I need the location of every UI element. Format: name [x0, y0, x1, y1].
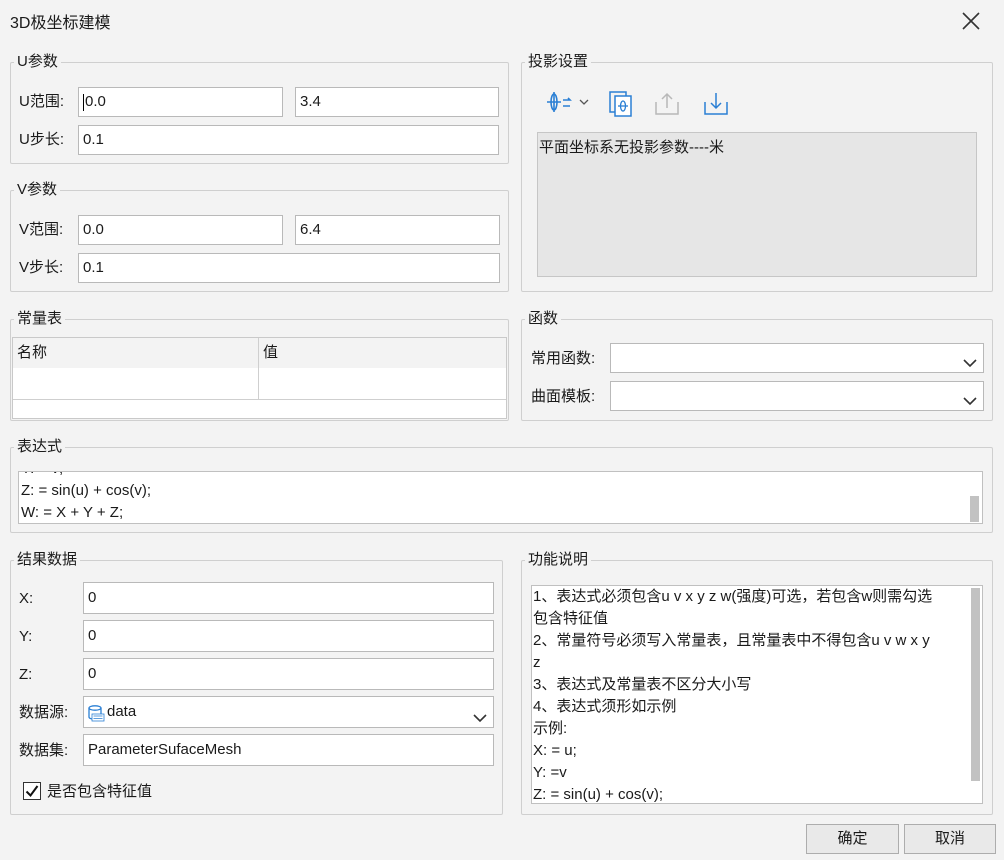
v-range-from-input[interactable]: 0.0	[78, 215, 283, 245]
expression-editor[interactable]: Y: = v; Z: = sin(u) + cos(v); W: = X + Y…	[18, 471, 983, 524]
text-caret	[83, 93, 84, 111]
chevron-down-icon	[963, 352, 977, 368]
dataset-input[interactable]: ParameterSufaceMesh	[83, 734, 494, 766]
u-params-legend: U参数	[14, 53, 61, 71]
dataset-label: 数据集:	[19, 742, 69, 759]
help-line: 3、表达式及常量表不区分大小写	[533, 676, 752, 693]
scrollbar-thumb[interactable]	[970, 496, 979, 522]
surface-template-label: 曲面模板:	[531, 388, 596, 405]
coordinate-system-icon[interactable]	[545, 88, 593, 118]
scrollbar-thumb[interactable]	[971, 588, 980, 781]
functions-legend: 函数	[525, 310, 562, 328]
v-params-legend: V参数	[14, 181, 61, 199]
u-range-label: U范围:	[19, 93, 65, 110]
expression-line: Y: = v;	[21, 472, 966, 480]
table-row[interactable]	[13, 368, 506, 400]
u-step-label: U步长:	[19, 131, 65, 148]
cancel-button[interactable]: 取消	[904, 824, 996, 854]
expression-scrollbar[interactable]	[966, 472, 982, 523]
z-label: Z:	[19, 666, 33, 683]
table-cell-name[interactable]	[13, 368, 259, 399]
v-range-to-input[interactable]: 6.4	[295, 215, 500, 245]
u-step-input[interactable]: 0.1	[78, 125, 499, 155]
y-label: Y:	[19, 628, 33, 645]
export-icon	[652, 88, 682, 118]
common-functions-select[interactable]	[610, 343, 984, 373]
help-line: z	[533, 654, 541, 671]
x-input[interactable]: 0	[83, 582, 494, 614]
ok-button[interactable]: 确定	[806, 824, 899, 854]
help-line: 1、表达式必须包含u v x y z w(强度)可选，若包含w则需勾选	[533, 588, 933, 605]
y-input[interactable]: 0	[83, 620, 494, 652]
datasource-label: 数据源:	[19, 704, 69, 721]
column-header-value[interactable]: 值	[259, 338, 506, 368]
z-input[interactable]: 0	[83, 658, 494, 690]
chevron-down-icon	[963, 390, 977, 406]
window-title: 3D极坐标建模	[10, 15, 111, 32]
v-step-input[interactable]: 0.1	[78, 253, 500, 283]
constants-table[interactable]: 名称 值	[12, 337, 507, 419]
common-functions-label: 常用函数:	[531, 350, 596, 367]
feature-checkbox[interactable]	[23, 782, 41, 800]
download-icon[interactable]	[701, 88, 731, 118]
close-icon[interactable]	[958, 8, 984, 34]
help-line: 包含特征值	[533, 610, 609, 627]
u-range-from-input[interactable]: 0.0	[78, 87, 283, 117]
expression-line: Z: = sin(u) + cos(v);	[21, 482, 152, 499]
help-line: X: = u;	[533, 742, 577, 759]
projection-info-text: 平面坐标系无投影参数----米	[539, 139, 724, 156]
projection-info-box: 平面坐标系无投影参数----米	[537, 132, 977, 277]
help-text-box[interactable]: 1、表达式必须包含u v x y z w(强度)可选，若包含w则需勾选 包含特征…	[531, 585, 983, 804]
surface-template-select[interactable]	[610, 381, 984, 411]
expression-line: W: = X + Y + Z;	[21, 504, 124, 521]
expression-legend: 表达式	[14, 438, 66, 456]
datasource-value: data	[107, 703, 137, 720]
help-line: 示例:	[533, 720, 568, 737]
help-line: Z: = sin(u) + cos(v);	[533, 786, 664, 803]
feature-checkbox-label[interactable]: 是否包含特征值	[47, 782, 152, 802]
constants-legend: 常量表	[14, 310, 66, 328]
x-label: X:	[19, 590, 34, 607]
projection-legend: 投影设置	[525, 53, 592, 71]
v-range-label: V范围:	[19, 221, 64, 238]
help-legend: 功能说明	[525, 551, 592, 569]
help-line: 2、常量符号必须写入常量表，且常量表中不得包含u v w x y	[533, 632, 930, 649]
help-line: 4、表达式须形如示例	[533, 698, 677, 715]
v-step-label: V步长:	[19, 259, 64, 276]
help-line: Y: =v	[533, 764, 567, 781]
u-range-from-value: 0.0	[85, 93, 106, 110]
column-header-name[interactable]: 名称	[13, 338, 259, 368]
import-projection-icon[interactable]	[606, 88, 636, 118]
u-range-to-input[interactable]: 3.4	[295, 87, 499, 117]
chevron-down-icon	[473, 706, 487, 723]
help-scrollbar[interactable]	[968, 586, 982, 803]
datasource-select[interactable]: data	[83, 696, 494, 728]
database-icon	[87, 703, 105, 722]
result-legend: 结果数据	[14, 551, 81, 569]
